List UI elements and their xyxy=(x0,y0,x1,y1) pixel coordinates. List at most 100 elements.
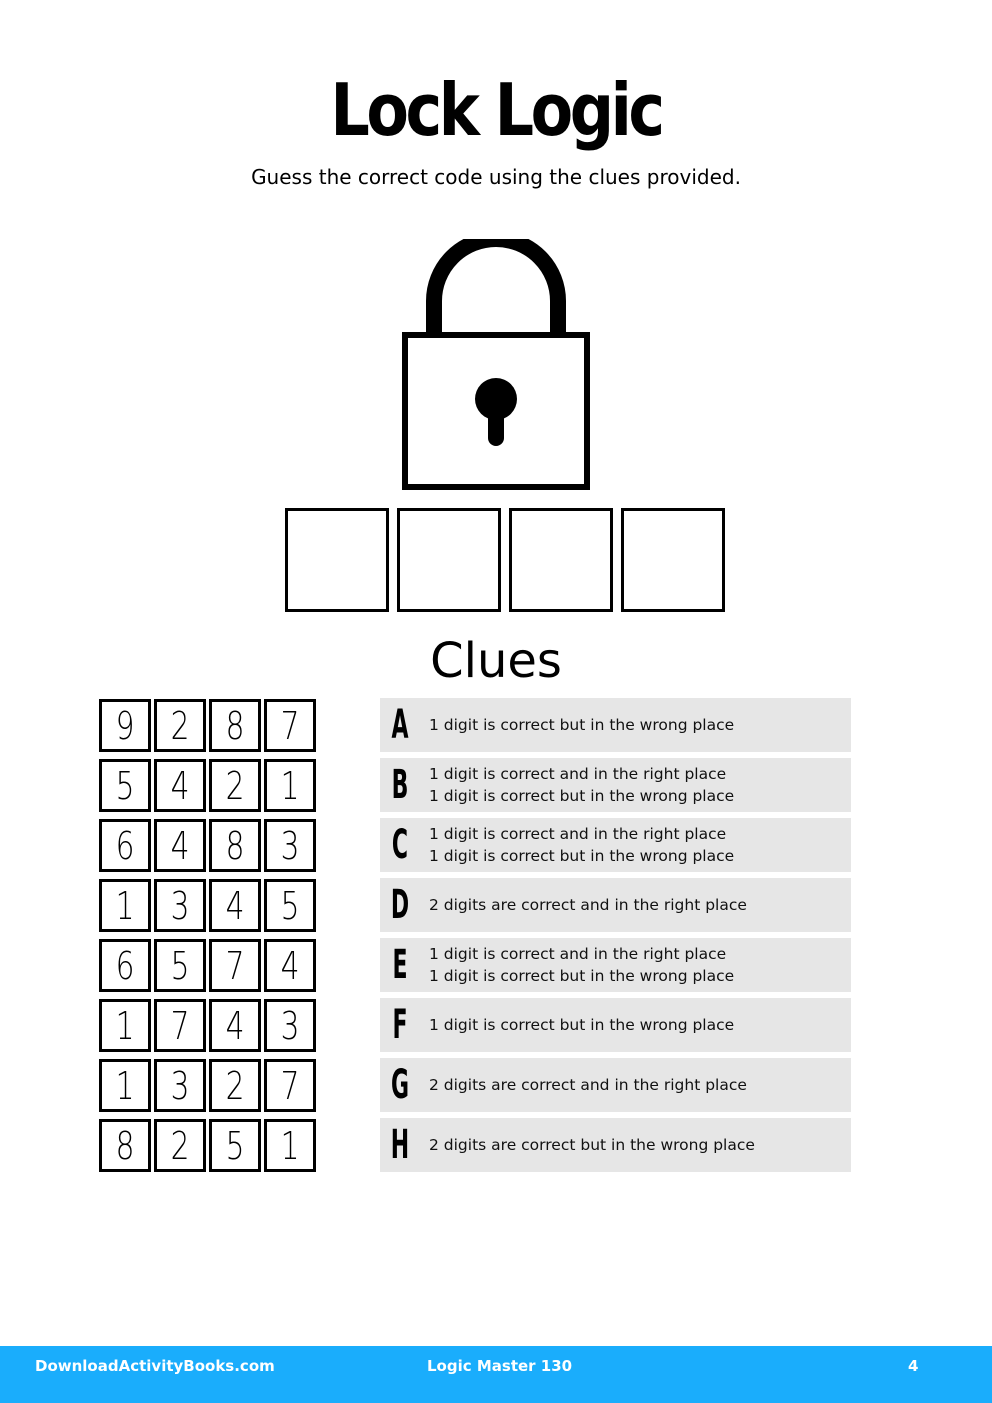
digit-value: 4 xyxy=(225,1003,245,1048)
answer-digit-box[interactable] xyxy=(285,508,389,612)
digit-cell: 1 xyxy=(99,1059,151,1112)
digit-value: 9 xyxy=(115,703,135,748)
digit-cell: 7 xyxy=(154,999,206,1052)
digit-cell: 6 xyxy=(99,939,151,992)
digit-cell: 2 xyxy=(154,1119,206,1172)
clue-row: A 1 digit is correct but in the wrong pla… xyxy=(380,698,851,752)
digit-value: 1 xyxy=(115,1003,135,1048)
digit-value: 7 xyxy=(280,703,300,748)
digit-cell: 1 xyxy=(264,759,316,812)
guess-grid: 92875421648313456574174313278251 xyxy=(99,699,316,1179)
digit-value: 2 xyxy=(225,763,245,808)
clue-row: H 2 digits are correct but in the wrong p… xyxy=(380,1118,851,1172)
padlock-icon xyxy=(402,239,590,490)
digit-value: 8 xyxy=(225,703,245,748)
digit-value: 3 xyxy=(280,823,300,868)
clue-row: D 2 digits are correct and in the right p… xyxy=(380,878,851,932)
digit-cell: 2 xyxy=(209,759,261,812)
answer-digit-box[interactable] xyxy=(509,508,613,612)
digit-cell: 4 xyxy=(264,939,316,992)
digit-value: 1 xyxy=(280,763,300,808)
guess-row: 9287 xyxy=(99,699,316,752)
digit-value: 1 xyxy=(280,1123,300,1168)
digit-value: 8 xyxy=(225,823,245,868)
digit-value: 1 xyxy=(115,883,135,928)
answer-code-row xyxy=(285,508,725,612)
guess-row: 1345 xyxy=(99,879,316,932)
clue-line: 2 digits are correct and in the right pl… xyxy=(429,1076,747,1094)
digit-cell: 8 xyxy=(209,699,261,752)
clue-text: 2 digits are correct and in the right pl… xyxy=(429,1074,747,1096)
digit-cell: 3 xyxy=(264,999,316,1052)
digit-cell: 4 xyxy=(209,879,261,932)
clue-text: 1 digit is correct but in the wrong plac… xyxy=(429,714,734,736)
digit-cell: 8 xyxy=(209,819,261,872)
answer-digit-box[interactable] xyxy=(621,508,725,612)
digit-value: 3 xyxy=(170,883,190,928)
clue-line: 1 digit is correct but in the wrong plac… xyxy=(429,847,735,865)
digit-value: 6 xyxy=(115,943,135,988)
footer-site-link[interactable]: DownloadActivityBooks.com xyxy=(35,1356,275,1376)
digit-cell: 6 xyxy=(99,819,151,872)
digit-cell: 8 xyxy=(99,1119,151,1172)
clue-text: 1 digit is correct and in the right plac… xyxy=(429,763,734,807)
digit-value: 7 xyxy=(170,1003,190,1048)
answer-digit-box[interactable] xyxy=(397,508,501,612)
clue-letter: H xyxy=(390,1122,410,1168)
guess-row: 1327 xyxy=(99,1059,316,1112)
clues-heading: Clues xyxy=(430,633,562,689)
digit-value: 4 xyxy=(170,763,190,808)
digit-cell: 3 xyxy=(154,1059,206,1112)
clue-text: 1 digit is correct but in the wrong plac… xyxy=(429,1014,734,1036)
digit-value: 5 xyxy=(280,883,300,928)
digit-cell: 7 xyxy=(264,1059,316,1112)
clue-line: 2 digits are correct but in the wrong pl… xyxy=(429,1136,755,1154)
digit-value: 4 xyxy=(225,883,245,928)
clue-letter: E xyxy=(392,942,408,988)
guess-row: 6574 xyxy=(99,939,316,992)
page-title: Lock Logic xyxy=(330,68,665,152)
digit-cell: 4 xyxy=(154,819,206,872)
clue-row: C 1 digit is correct and in the right pla… xyxy=(380,818,851,872)
digit-value: 7 xyxy=(225,943,245,988)
digit-cell: 2 xyxy=(209,1059,261,1112)
guess-row: 1743 xyxy=(99,999,316,1052)
digit-cell: 5 xyxy=(264,879,316,932)
guess-row: 6483 xyxy=(99,819,316,872)
digit-cell: 9 xyxy=(99,699,151,752)
digit-value: 4 xyxy=(170,823,190,868)
clue-line: 2 digits are correct and in the right pl… xyxy=(429,896,747,914)
digit-cell: 5 xyxy=(209,1119,261,1172)
digit-value: 1 xyxy=(115,1063,135,1108)
page-subtitle: Guess the correct code using the clues p… xyxy=(251,165,741,189)
digit-value: 5 xyxy=(170,943,190,988)
clue-letter: G xyxy=(390,1062,410,1108)
clue-line: 1 digit is correct but in the wrong plac… xyxy=(429,716,735,734)
clue-row: B 1 digit is correct and in the right pla… xyxy=(380,758,851,812)
digit-value: 5 xyxy=(225,1123,245,1168)
clue-text: 1 digit is correct and in the right plac… xyxy=(429,823,734,867)
digit-value: 3 xyxy=(170,1063,190,1108)
clue-line: 1 digit is correct and in the right plac… xyxy=(429,945,727,963)
digit-cell: 7 xyxy=(209,939,261,992)
clue-letter: F xyxy=(392,1002,408,1048)
clue-line: 1 digit is correct and in the right plac… xyxy=(429,765,727,783)
clue-text: 2 digits are correct and in the right pl… xyxy=(429,894,747,916)
digit-value: 6 xyxy=(115,823,135,868)
clue-line: 1 digit is correct but in the wrong plac… xyxy=(429,967,735,985)
digit-cell: 4 xyxy=(154,759,206,812)
clue-line: 1 digit is correct and in the right plac… xyxy=(429,825,727,843)
digit-cell: 4 xyxy=(209,999,261,1052)
digit-cell: 1 xyxy=(264,1119,316,1172)
digit-cell: 5 xyxy=(154,939,206,992)
digit-cell: 3 xyxy=(154,879,206,932)
clue-letter: C xyxy=(391,822,409,868)
clue-line: 1 digit is correct but in the wrong plac… xyxy=(429,787,735,805)
clue-row: E 1 digit is correct and in the right pla… xyxy=(380,938,851,992)
digit-cell: 3 xyxy=(264,819,316,872)
digit-cell: 7 xyxy=(264,699,316,752)
footer-page-number: 4 xyxy=(908,1357,919,1375)
digit-cell: 5 xyxy=(99,759,151,812)
digit-value: 5 xyxy=(115,763,135,808)
digit-value: 7 xyxy=(280,1063,300,1108)
